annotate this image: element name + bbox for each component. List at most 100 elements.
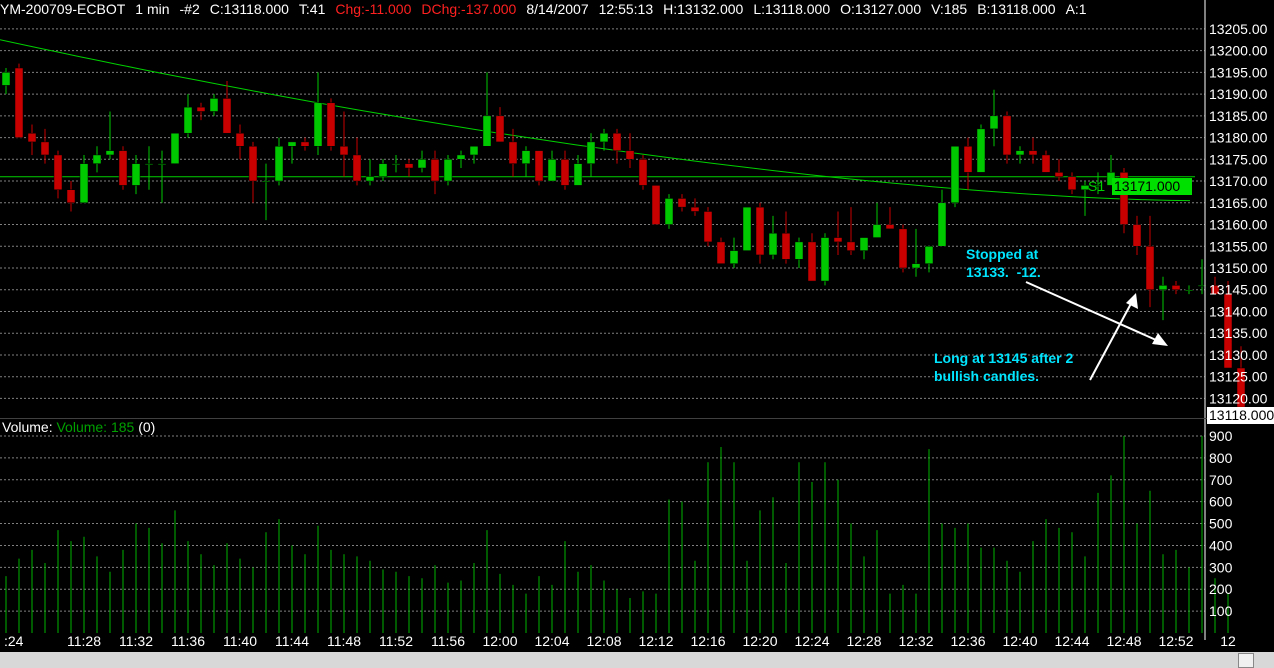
time-tick-label: 12:20 — [742, 633, 777, 649]
arrow-head-entry — [1126, 293, 1138, 309]
time-tick-label: 11:56 — [431, 633, 465, 649]
candle-body — [508, 141, 518, 164]
price-tick-label: 13155.00 — [1209, 238, 1268, 254]
candle-body — [768, 232, 778, 256]
time-tick-label: 12:04 — [534, 633, 569, 649]
time-tick-label: 12:32 — [898, 633, 933, 649]
candle-body — [963, 146, 973, 173]
candle-body — [781, 232, 791, 260]
candle-body — [924, 246, 934, 264]
volume-tick-label: 900 — [1209, 428, 1233, 444]
price-tick-label: 13165.00 — [1209, 195, 1268, 211]
price-tick-label: 13185.00 — [1209, 108, 1268, 124]
price-tick-label: 13195.00 — [1209, 64, 1268, 80]
candle-body — [170, 132, 180, 164]
candle-body — [937, 202, 947, 247]
time-tick-label: 12:36 — [950, 633, 985, 649]
date-value: 8/14/2007 — [526, 1, 589, 17]
time-tick-label: 11:40 — [223, 633, 257, 649]
candle-body — [183, 106, 193, 134]
candle-body — [66, 189, 76, 204]
candle-body — [248, 146, 258, 182]
time-tick-label: 12:52 — [1158, 633, 1193, 649]
candle-body — [677, 198, 687, 208]
time-tick-label: :24 — [4, 633, 24, 649]
candle-body — [1184, 289, 1194, 291]
candle-body — [794, 241, 804, 260]
candle-body — [1171, 285, 1181, 290]
candle-body — [365, 176, 375, 182]
price-tick-label: 13190.00 — [1209, 86, 1268, 102]
candle-body — [1158, 285, 1168, 290]
price-tick-label: 13205.00 — [1209, 21, 1268, 37]
price-tick-label: 13125.00 — [1209, 369, 1268, 385]
candle-body — [40, 141, 50, 156]
candle-body — [989, 115, 999, 130]
candle-body — [482, 115, 492, 147]
candle-body — [222, 98, 232, 134]
volume-panel-label: Volume: Volume: 185 (0) — [2, 418, 155, 436]
candle-body — [157, 163, 167, 165]
price-tick-label: 13130.00 — [1209, 347, 1268, 363]
symbol: YM-200709-ECBOT — [0, 1, 126, 17]
axes-layer: 13120.00 13125.00 13130.00 13135.00 13140.00… — [0, 0, 1274, 649]
candle-body — [144, 163, 154, 165]
volume-tick-label: 100 — [1209, 603, 1233, 619]
price-tick-label: 13175.00 — [1209, 151, 1268, 167]
scrollbar-thumb[interactable] — [1238, 653, 1254, 668]
time-tick-label: 12:28 — [846, 633, 881, 649]
price-tick-label: 13120.00 — [1209, 390, 1268, 406]
candle-body — [534, 150, 544, 182]
candle-body — [261, 180, 271, 183]
price-tick-label: 13135.00 — [1209, 325, 1268, 341]
candle-body — [703, 211, 713, 243]
candle-body — [885, 224, 895, 230]
time-tick-label: 12 — [1220, 633, 1236, 649]
candle-body — [859, 237, 869, 251]
candle-body — [417, 159, 427, 169]
volume-tick-label: 200 — [1209, 581, 1233, 597]
candle-body — [521, 150, 531, 164]
stopped-annotation: Stopped at 13133. -12. — [966, 246, 1041, 280]
time-tick-label: 12:44 — [1054, 633, 1089, 649]
volume-grid — [0, 435, 1205, 612]
candle-body — [872, 224, 882, 238]
candle-body — [976, 128, 986, 173]
volume-bars-layer — [5, 436, 1229, 633]
close-value: C:13118.000 — [209, 1, 289, 17]
bid-value: B:13118.000 — [977, 1, 1056, 17]
price-tick-label: 13200.00 — [1209, 43, 1268, 59]
candle-body — [911, 263, 921, 269]
candle-body — [1067, 176, 1077, 190]
candle-body — [755, 206, 765, 256]
candle-body — [1028, 150, 1038, 156]
candle-body — [651, 185, 661, 225]
tick-count: T:41 — [298, 1, 326, 17]
candle-body — [404, 163, 414, 169]
price-tick-label: 13150.00 — [1209, 260, 1268, 276]
candle-body — [1145, 246, 1155, 290]
volume-indicator: Volume: 185 — [56, 419, 135, 435]
horizontal-scrollbar[interactable] — [0, 652, 1274, 668]
candle-body — [820, 237, 830, 282]
arrow-to-entry — [1089, 297, 1135, 381]
pivot-value-tag: 13171.000 — [1112, 178, 1192, 195]
price-tick-label: 13140.00 — [1209, 303, 1268, 319]
candle-body — [79, 163, 89, 204]
candle-body — [1041, 154, 1051, 173]
candle-body — [716, 241, 726, 264]
candle-body — [378, 163, 388, 177]
time-value: 12:55:13 — [598, 1, 654, 17]
candle-body — [846, 241, 856, 251]
candle-body — [326, 102, 336, 147]
last-price-tag: 13118.000 — [1207, 407, 1274, 424]
long-entry-annotation: Long at 13145 after 2 bullish candles. — [934, 350, 1074, 384]
chart-id: -#2 — [179, 1, 200, 17]
candle-body — [430, 159, 440, 182]
candle-body — [690, 206, 700, 212]
pivot-label: S1 — [1088, 178, 1106, 194]
time-tick-label: 11:52 — [379, 633, 413, 649]
candle-body — [833, 237, 843, 243]
volume-tick-label: 300 — [1209, 559, 1233, 575]
time-tick-label: 12:12 — [638, 633, 673, 649]
